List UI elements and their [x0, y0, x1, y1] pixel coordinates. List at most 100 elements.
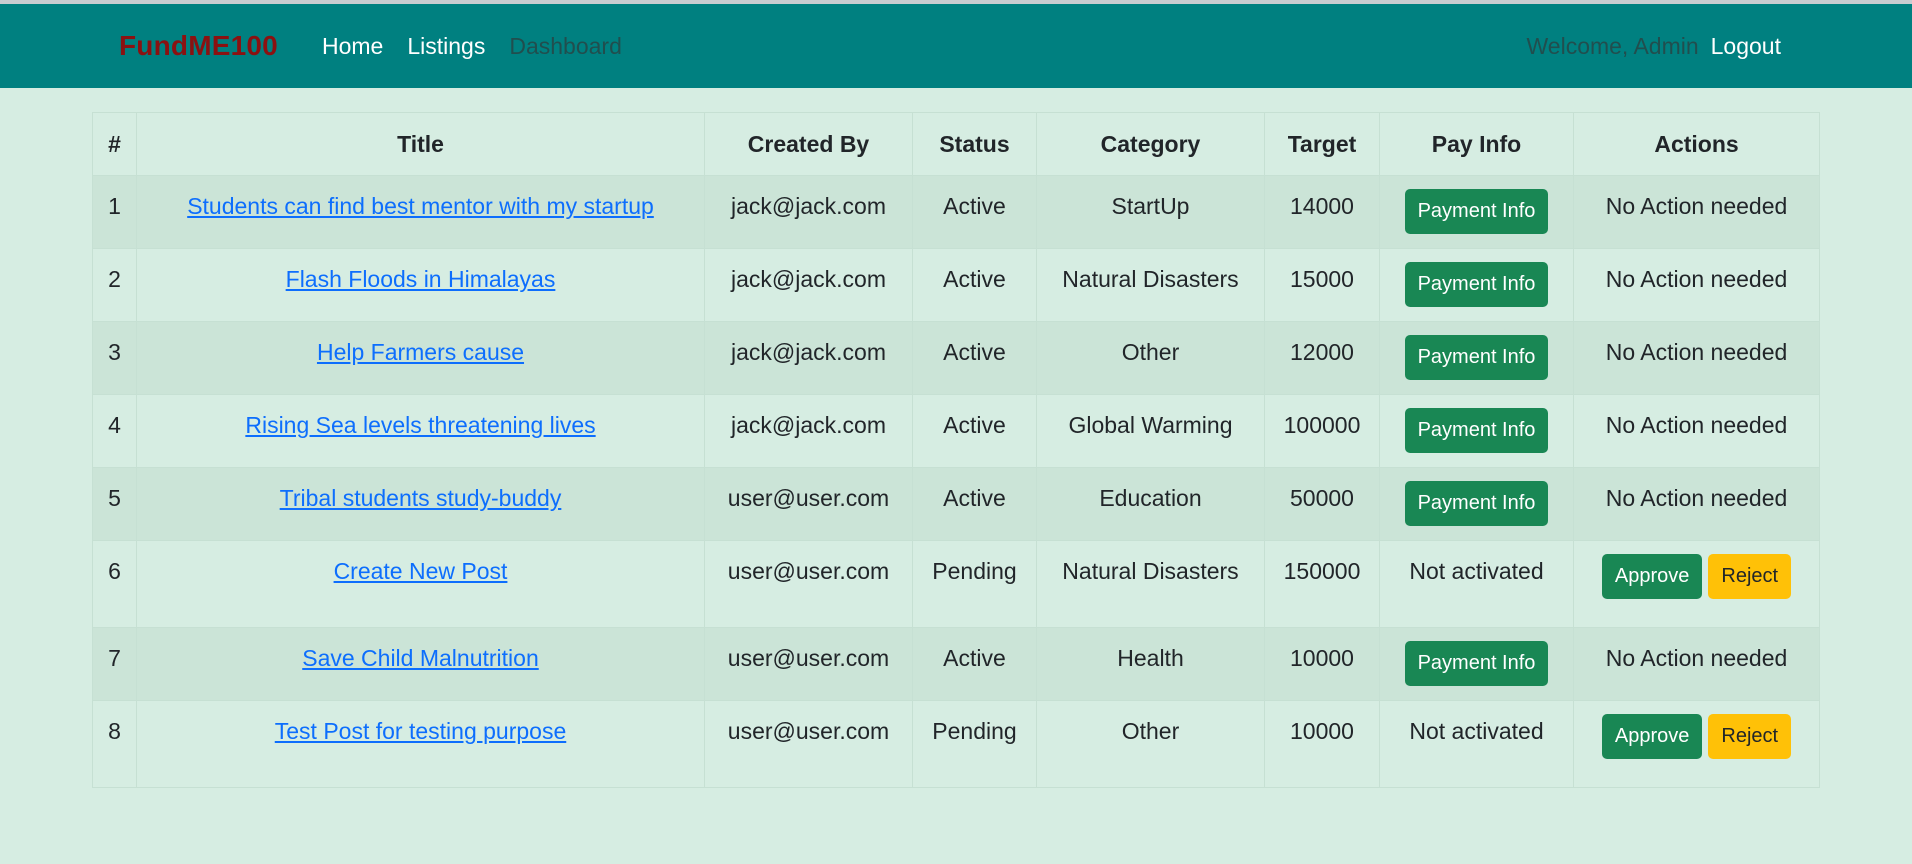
pay-info-cell: Not activated: [1379, 540, 1574, 628]
row-number: 2: [92, 248, 137, 322]
title-cell: Create New Post: [136, 540, 705, 628]
actions-cell: No Action needed: [1573, 321, 1820, 395]
category-cell: Natural Disasters: [1036, 248, 1265, 322]
created-by-cell: user@user.com: [704, 627, 913, 701]
post-title-link[interactable]: Tribal students study-buddy: [280, 485, 562, 511]
logout-link[interactable]: Logout: [1711, 33, 1781, 60]
created-by-cell: jack@jack.com: [704, 248, 913, 322]
table-row: 7 Save Child Malnutrition user@user.com Act…: [92, 627, 1820, 701]
status-cell: Active: [912, 175, 1037, 249]
table-row: 6 Create New Post user@user.com Pending Natu…: [92, 540, 1820, 628]
payment-info-button[interactable]: Payment Info: [1404, 408, 1549, 453]
target-cell: 10000: [1264, 700, 1380, 788]
row-number: 1: [92, 175, 137, 249]
created-by-cell: jack@jack.com: [704, 175, 913, 249]
welcome-text: Welcome, Admin: [1526, 32, 1699, 59]
status-cell: Active: [912, 627, 1037, 701]
brand-logo[interactable]: FundME100: [119, 4, 278, 88]
target-cell: 14000: [1264, 175, 1380, 249]
column-header-pay-info: Pay Info: [1379, 112, 1574, 176]
created-by-cell: user@user.com: [704, 540, 913, 628]
table-header-row: # Title Created By Status Category Targe…: [92, 112, 1820, 176]
approve-button[interactable]: Approve: [1601, 554, 1703, 599]
row-number: 4: [92, 394, 137, 468]
title-cell: Help Farmers cause: [136, 321, 705, 395]
post-title-link[interactable]: Save Child Malnutrition: [302, 645, 539, 671]
table-row: 8 Test Post for testing purpose user@user.…: [92, 700, 1820, 788]
actions-cell: Approve Reject: [1573, 540, 1820, 628]
pay-info-cell: Payment Info: [1379, 627, 1574, 701]
nav-link-listings[interactable]: Listings: [407, 33, 485, 60]
column-header-number: #: [92, 112, 137, 176]
actions-cell: No Action needed: [1573, 627, 1820, 701]
row-number: 6: [92, 540, 137, 628]
target-cell: 50000: [1264, 467, 1380, 541]
title-cell: Flash Floods in Himalayas: [136, 248, 705, 322]
navbar: FundME100 Home Listings Dashboard Welcom…: [0, 4, 1912, 88]
title-cell: Test Post for testing purpose: [136, 700, 705, 788]
post-title-link[interactable]: Help Farmers cause: [317, 339, 524, 365]
target-cell: 100000: [1264, 394, 1380, 468]
column-header-title: Title: [136, 112, 705, 176]
payment-info-button[interactable]: Payment Info: [1404, 481, 1549, 526]
payment-info-button[interactable]: Payment Info: [1404, 262, 1549, 307]
reject-button[interactable]: Reject: [1708, 714, 1792, 759]
created-by-cell: jack@jack.com: [704, 321, 913, 395]
pay-info-cell: Payment Info: [1379, 467, 1574, 541]
title-cell: Tribal students study-buddy: [136, 467, 705, 541]
category-cell: Other: [1036, 321, 1265, 395]
listings-table: # Title Created By Status Category Targe…: [92, 112, 1820, 788]
post-title-link[interactable]: Flash Floods in Himalayas: [286, 266, 556, 292]
post-title-link[interactable]: Create New Post: [334, 558, 508, 584]
actions-cell: Approve Reject: [1573, 700, 1820, 788]
target-cell: 10000: [1264, 627, 1380, 701]
post-title-link[interactable]: Test Post for testing purpose: [275, 718, 567, 744]
row-number: 7: [92, 627, 137, 701]
category-cell: StartUp: [1036, 175, 1265, 249]
target-cell: 12000: [1264, 321, 1380, 395]
table-row: 3 Help Farmers cause jack@jack.com Active Ot…: [92, 321, 1820, 395]
column-header-target: Target: [1264, 112, 1380, 176]
pay-info-cell: Not activated: [1379, 700, 1574, 788]
payment-info-button[interactable]: Payment Info: [1404, 641, 1549, 686]
title-cell: Save Child Malnutrition: [136, 627, 705, 701]
status-cell: Active: [912, 394, 1037, 468]
post-title-link[interactable]: Students can find best mentor with my st…: [187, 193, 654, 219]
actions-cell: No Action needed: [1573, 175, 1820, 249]
column-header-created-by: Created By: [704, 112, 913, 176]
target-cell: 150000: [1264, 540, 1380, 628]
pay-info-cell: Payment Info: [1379, 394, 1574, 468]
actions-cell: No Action needed: [1573, 248, 1820, 322]
created-by-cell: user@user.com: [704, 467, 913, 541]
reject-button[interactable]: Reject: [1708, 554, 1792, 599]
row-number: 3: [92, 321, 137, 395]
status-cell: Pending: [912, 540, 1037, 628]
created-by-cell: jack@jack.com: [704, 394, 913, 468]
nav-link-home[interactable]: Home: [322, 33, 383, 60]
target-cell: 15000: [1264, 248, 1380, 322]
table-row: 5 Tribal students study-buddy user@user.co…: [92, 467, 1820, 541]
table-row: 2 Flash Floods in Himalayas jack@jack.com A…: [92, 248, 1820, 322]
post-title-link[interactable]: Rising Sea levels threatening lives: [245, 412, 595, 438]
status-cell: Active: [912, 321, 1037, 395]
nav-links: Home Listings Dashboard: [322, 4, 646, 88]
pay-info-cell: Payment Info: [1379, 175, 1574, 249]
row-number: 5: [92, 467, 137, 541]
title-cell: Rising Sea levels threatening lives: [136, 394, 705, 468]
pay-info-cell: Payment Info: [1379, 321, 1574, 395]
category-cell: Natural Disasters: [1036, 540, 1265, 628]
actions-cell: No Action needed: [1573, 467, 1820, 541]
nav-link-dashboard[interactable]: Dashboard: [509, 33, 622, 60]
status-cell: Active: [912, 467, 1037, 541]
table-row: 4 Rising Sea levels threatening lives jack…: [92, 394, 1820, 468]
category-cell: Education: [1036, 467, 1265, 541]
approve-button[interactable]: Approve: [1601, 714, 1703, 759]
payment-info-button[interactable]: Payment Info: [1404, 335, 1549, 380]
table-body: 1 Students can find best mentor with my s…: [92, 175, 1820, 788]
payment-info-button[interactable]: Payment Info: [1404, 189, 1549, 234]
column-header-actions: Actions: [1573, 112, 1820, 176]
column-header-category: Category: [1036, 112, 1265, 176]
created-by-cell: user@user.com: [704, 700, 913, 788]
category-cell: Global Warming: [1036, 394, 1265, 468]
listings-table-container: # Title Created By Status Category Targe…: [92, 112, 1820, 788]
